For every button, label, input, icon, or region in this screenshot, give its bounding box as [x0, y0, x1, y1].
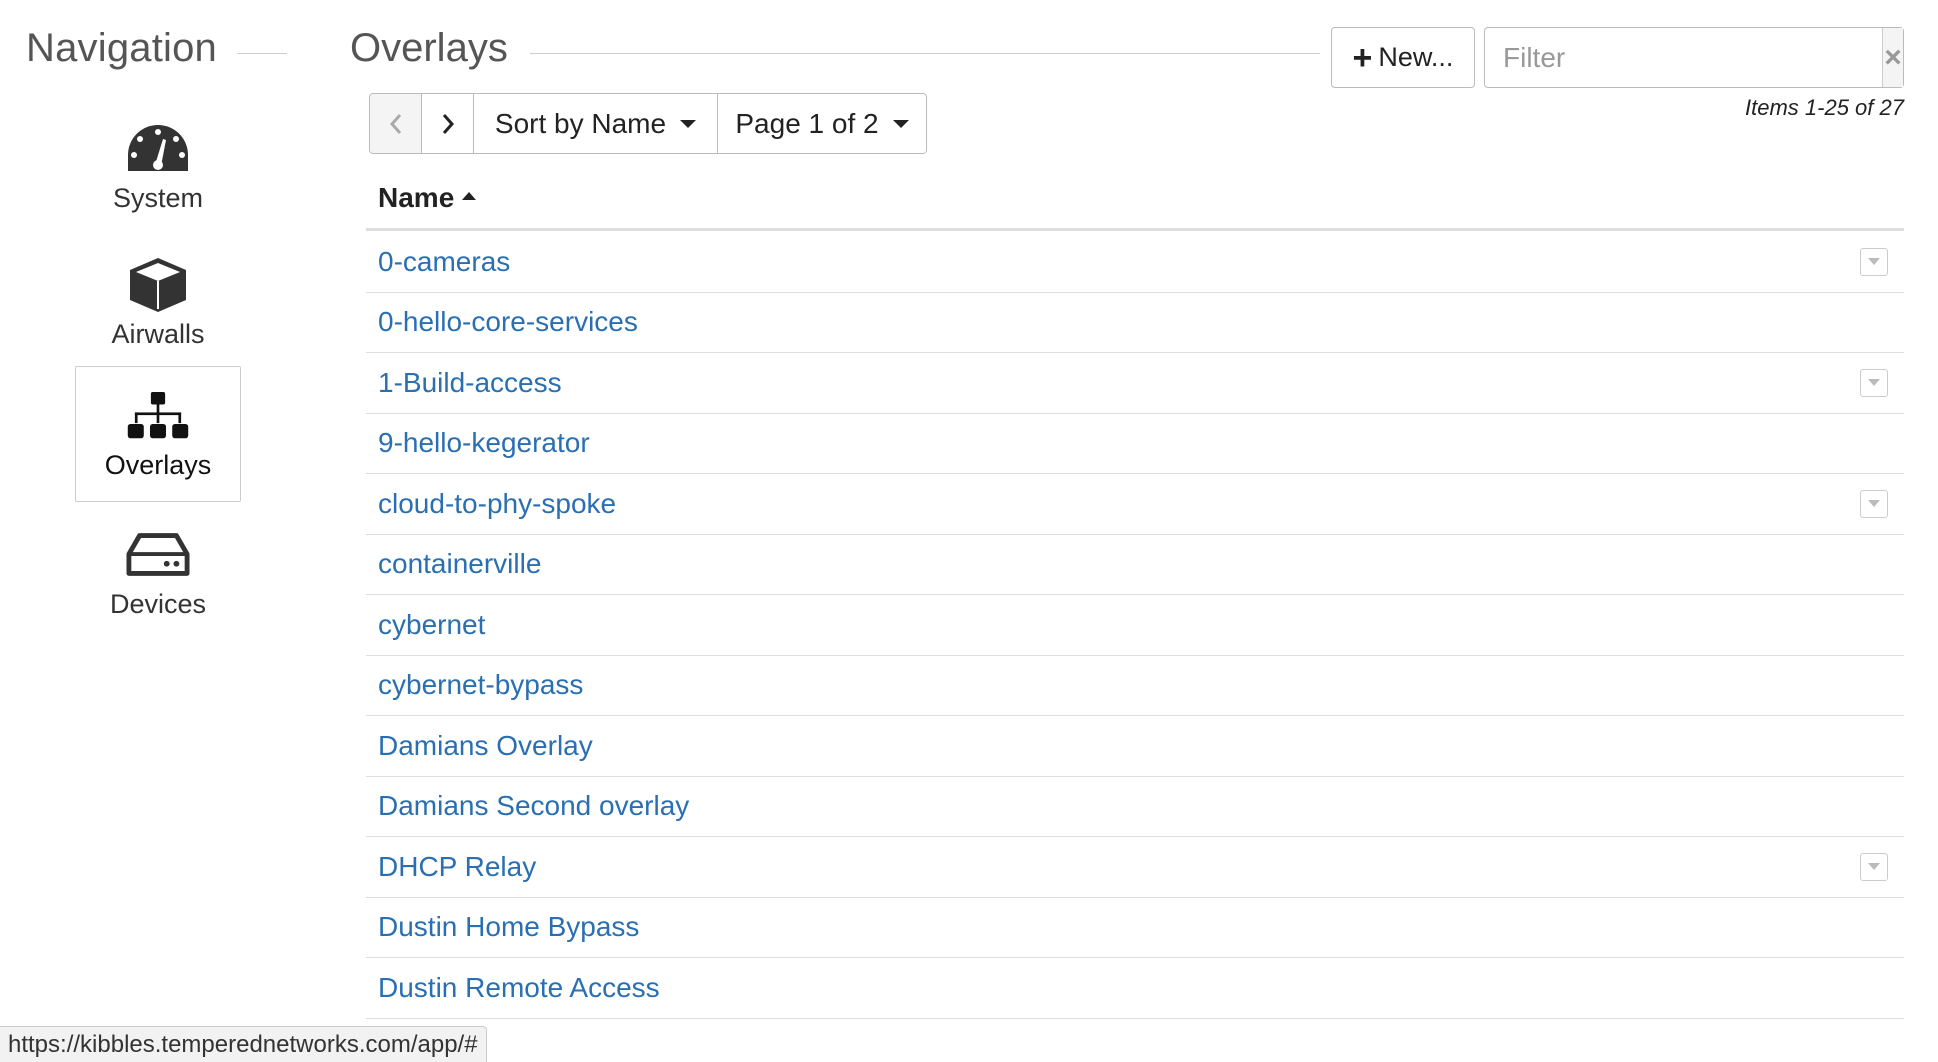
row-menu-dropdown-icon[interactable] [1860, 489, 1888, 518]
pagination-toolbar: Sort by Name Page 1 of 2 [369, 93, 927, 154]
sort-ascending-icon [462, 191, 477, 200]
filter-box: × [1484, 27, 1904, 88]
column-header-name[interactable]: Name [366, 167, 1904, 231]
chevron-left-icon [389, 113, 401, 134]
table-row: cybernet-bypass [366, 656, 1904, 716]
page-label: Page 1 of 2 [735, 107, 879, 139]
filter-input[interactable] [1485, 28, 1882, 87]
table-row: 0-cameras [366, 232, 1904, 293]
overlay-link[interactable]: containerville [378, 548, 541, 580]
table-row: 9-hello-kegerator [366, 414, 1904, 474]
row-menu-dropdown-icon[interactable] [1860, 247, 1888, 276]
table-row: Damians Overlay [366, 716, 1904, 777]
cube-icon [126, 257, 190, 313]
table-row: 0-hello-core-services [366, 293, 1904, 353]
new-overlay-button[interactable]: + New... [1331, 27, 1475, 88]
sidebar-item-label: Overlays [104, 449, 212, 480]
previous-page-button[interactable] [370, 94, 422, 153]
sidebar-item-label: Devices [109, 588, 207, 619]
table-row: containerville [366, 535, 1904, 595]
navigation-title: Navigation [26, 26, 218, 70]
overlay-link[interactable]: DHCP Relay [378, 851, 536, 883]
hard-drive-icon [126, 527, 190, 583]
overlay-link[interactable]: cybernet-bypass [378, 669, 583, 701]
dashboard-gauge-icon [126, 121, 190, 177]
navigation-heading-rule [237, 53, 288, 54]
sort-label: Sort by Name [494, 107, 667, 139]
items-count: Items 1-25 of 27 [1745, 95, 1904, 120]
sidebar-item-label: System [112, 182, 204, 213]
page-heading-rule [529, 53, 1320, 54]
navigation-heading: Navigation [26, 26, 288, 71]
network-tree-icon [126, 388, 190, 444]
clear-filter-button[interactable]: × [1882, 28, 1903, 87]
overlay-link[interactable]: Damians Overlay [378, 730, 593, 762]
overlay-link[interactable]: 0-hello-core-services [378, 306, 638, 338]
overlay-link[interactable]: 9-hello-kegerator [378, 427, 590, 459]
new-button-label: New... [1378, 42, 1454, 72]
sidebar-item-airwalls[interactable]: Airwalls [75, 236, 241, 370]
next-page-button[interactable] [422, 94, 474, 153]
table-row: cloud-to-phy-spoke [366, 474, 1904, 535]
overlay-link[interactable]: 0-cameras [378, 246, 510, 278]
sidebar-item-system[interactable]: System [75, 100, 241, 234]
caret-down-icon [892, 119, 909, 128]
column-header-label: Name [378, 181, 455, 213]
overlay-link[interactable]: 1-Build-access [378, 367, 562, 399]
overlay-link[interactable]: Dustin Home Bypass [378, 911, 639, 943]
page-heading: Overlays [350, 26, 1320, 71]
sidebar-item-label: Airwalls [111, 318, 205, 349]
sidebar-item-devices[interactable]: Devices [75, 506, 241, 640]
row-menu-dropdown-icon[interactable] [1860, 368, 1888, 397]
table-row: Damians Second overlay [366, 777, 1904, 837]
browser-status-url: https://kibbles.temperednetworks.com/app… [0, 1026, 487, 1062]
overlay-list: 0-cameras 0-hello-core-services 1-Build-… [366, 232, 1904, 1019]
overlay-link[interactable]: cybernet [378, 609, 485, 641]
sort-dropdown[interactable]: Sort by Name [474, 94, 718, 153]
close-icon: × [1884, 40, 1902, 74]
overlay-link[interactable]: Damians Second overlay [378, 790, 689, 822]
table-row: 1-Build-access [366, 353, 1904, 414]
page-title: Overlays [350, 26, 508, 70]
overlay-link[interactable]: Dustin Remote Access [378, 972, 660, 1004]
caret-down-icon [680, 119, 697, 128]
table-row: Dustin Home Bypass [366, 898, 1904, 958]
page-dropdown[interactable]: Page 1 of 2 [718, 94, 926, 153]
table-row: DHCP Relay [366, 837, 1904, 898]
table-row: cybernet [366, 595, 1904, 656]
sidebar-item-overlays[interactable]: Overlays [75, 366, 241, 502]
table-row: Dustin Remote Access [366, 958, 1904, 1019]
overlay-link[interactable]: cloud-to-phy-spoke [378, 488, 616, 520]
chevron-right-icon [442, 113, 454, 134]
plus-icon: + [1352, 38, 1373, 77]
row-menu-dropdown-icon[interactable] [1860, 852, 1888, 881]
